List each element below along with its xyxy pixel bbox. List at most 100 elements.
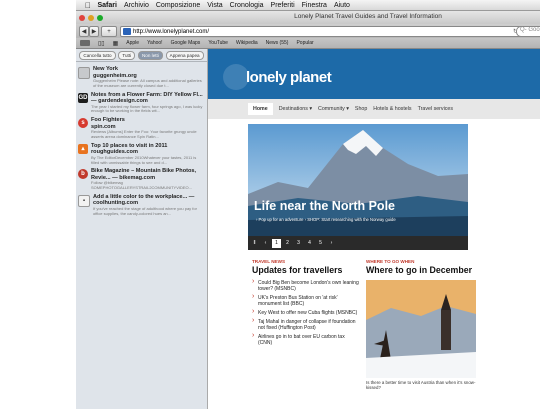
- news-list: Could Big Ben become London's own leanin…: [252, 279, 360, 346]
- menu-safari[interactable]: Safari: [98, 2, 117, 9]
- forward-arrow-icon: ▶: [91, 29, 97, 35]
- news-link[interactable]: Taj Mahal in danger of collapse if found…: [252, 318, 360, 331]
- pause-button[interactable]: ‖: [250, 239, 259, 248]
- news-link[interactable]: UK's Preston Bus Station on 'at risk' mo…: [252, 294, 360, 307]
- rough-guides-icon: ▴: [78, 143, 88, 154]
- nav-destinations[interactable]: Destinations ▾: [279, 106, 312, 112]
- reading-list-item[interactable]: b Bike Magazine – Mountain Bike Photos, …: [76, 166, 207, 192]
- search-field[interactable]: Q- Goo: [516, 26, 540, 37]
- hero-banner[interactable]: Life near the North Pole › Pop up for an…: [248, 124, 468, 236]
- nav-community[interactable]: Community ▾: [318, 106, 349, 112]
- reading-list-sidebar: Cancella tutto Tutti Non letti Appena pa…: [76, 49, 208, 409]
- bookmark-google-maps[interactable]: Google Maps: [171, 40, 201, 46]
- menu-aiuto[interactable]: Aiuto: [334, 2, 350, 9]
- forward-button[interactable]: ▶: [89, 26, 99, 37]
- nav-travel-services[interactable]: Travel services: [418, 106, 453, 112]
- page-3-button[interactable]: 3: [294, 239, 303, 248]
- zoom-icon[interactable]: [97, 14, 103, 21]
- photo-caption: Is there a better time to visit Austria …: [366, 380, 476, 390]
- reading-list-item[interactable]: GD Notes from a Flower Farm: DIY Yellow …: [76, 90, 207, 116]
- item-title: Notes from a Flower Farm: DIY Yellow Fl.…: [91, 91, 203, 105]
- menu-composizione[interactable]: Composizione: [156, 2, 200, 9]
- browser-window: Lonely Planet Travel Guides and Travel I…: [76, 11, 540, 409]
- austria-snow-photo[interactable]: [366, 280, 476, 378]
- menu-archivio[interactable]: Archivio: [124, 2, 149, 9]
- item-description: By The EditorDecember 2010Whatever your …: [91, 154, 197, 165]
- where-kicker: WHERE TO GO WHEN: [366, 259, 415, 264]
- item-body: New York guggenheim.org Guggenheim Pleas…: [93, 66, 205, 89]
- sidebar-tabs: Cancella tutto Tutti Non letti Appena pa…: [76, 49, 207, 62]
- menu-cronologia[interactable]: Cronologia: [230, 2, 264, 9]
- page-4-button[interactable]: 4: [305, 239, 314, 248]
- plus-icon: +: [107, 28, 111, 35]
- bookmark-news[interactable]: News (55): [266, 40, 289, 46]
- hero-subtitle[interactable]: › Pop up for an adventure › SHOP: Start …: [256, 217, 396, 222]
- snowy-village-image: [366, 280, 476, 378]
- page-1-button[interactable]: 1: [272, 238, 281, 248]
- menu-bar:  Safari Archivio Composizione Vista Cro…: [76, 0, 540, 11]
- minimize-icon[interactable]: [88, 14, 94, 21]
- reading-list-icon[interactable]: [80, 40, 90, 46]
- bookmarks-bar: ▯▯ ▦ Apple Yahoo! Google Maps YouTube Wi…: [76, 38, 540, 49]
- search-placeholder: Q- Goo: [520, 27, 540, 33]
- book-icon[interactable]: ▯▯: [98, 40, 105, 47]
- address-bar[interactable]: http://www.lonelyplanet.com/ ↻: [120, 26, 522, 37]
- tab-unread[interactable]: Non letti: [137, 50, 163, 60]
- page-5-button[interactable]: 5: [316, 239, 325, 248]
- news-link[interactable]: Airlines go in to bat over EU carbon tax…: [252, 333, 360, 346]
- top-sites-icon[interactable]: ▦: [113, 40, 119, 47]
- nav-shop[interactable]: Shop: [355, 106, 367, 112]
- reading-list-item[interactable]: ▴ Top 10 places to visit in 2011 roughgu…: [76, 141, 207, 167]
- site-header: lonely planet: [208, 49, 540, 99]
- close-icon[interactable]: [79, 14, 85, 21]
- next-button[interactable]: ›: [327, 239, 336, 248]
- coolhunting-icon: ▪: [78, 194, 90, 207]
- apple-menu-icon[interactable]: : [82, 1, 94, 10]
- item-body: Top 10 places to visit in 2011 roughguid…: [91, 143, 205, 166]
- gd-logo-icon: GD: [78, 92, 88, 103]
- where-heading: Where to go in December: [366, 265, 473, 275]
- news-heading: Updates for travellers: [252, 265, 343, 275]
- where-to-go-column: WHERE TO GO WHEN Where to go in December…: [366, 259, 476, 390]
- reading-list-item[interactable]: s Foo Fighters spin.com Reviews [Albums]…: [76, 115, 207, 141]
- bookmark-popular[interactable]: Popular: [296, 40, 313, 46]
- item-body: Add a little color to the workplace... —…: [93, 194, 205, 217]
- add-bookmark-button[interactable]: +: [101, 26, 117, 37]
- reading-list-item[interactable]: New York guggenheim.org Guggenheim Pleas…: [76, 64, 207, 90]
- clear-all-button[interactable]: Cancella tutto: [79, 50, 116, 60]
- favicon-icon: [123, 28, 131, 35]
- back-button[interactable]: ◀: [79, 26, 89, 37]
- back-arrow-icon: ◀: [81, 29, 87, 35]
- bookmark-apple[interactable]: Apple: [126, 40, 139, 46]
- bookmark-wikipedia[interactable]: Wikipedia: [236, 40, 258, 46]
- tab-recent[interactable]: Appena papea: [165, 50, 204, 60]
- nav-hotels[interactable]: Hotels & hostels: [373, 106, 411, 112]
- site-logo[interactable]: lonely planet: [246, 69, 332, 86]
- news-kicker: TRAVEL NEWS: [252, 259, 286, 264]
- toolbar: ◀ ▶ + http://www.lonelyplanet.com/ ↻ Q- …: [76, 24, 540, 38]
- title-bar: Lonely Planet Travel Guides and Travel I…: [76, 11, 540, 24]
- bookmark-yahoo[interactable]: Yahoo!: [147, 40, 162, 46]
- news-link[interactable]: Could Big Ben become London's own leanin…: [252, 279, 360, 292]
- item-description: If you've reached the stage of adulthood…: [93, 205, 197, 216]
- hero-title[interactable]: Life near the North Pole: [254, 199, 395, 213]
- menu-preferiti[interactable]: Preferiti: [271, 2, 295, 9]
- bookmark-youtube[interactable]: YouTube: [208, 40, 228, 46]
- travel-news-column: TRAVEL NEWS Updates for travellers Could…: [252, 259, 360, 349]
- prev-button[interactable]: ‹: [261, 239, 270, 248]
- menu-finestra[interactable]: Finestra: [302, 2, 327, 9]
- item-description: The year I started my flower farm, four …: [91, 103, 203, 114]
- nav-home[interactable]: Home: [248, 103, 273, 115]
- reading-list-item[interactable]: ▪ Add a little color to the workplace...…: [76, 192, 207, 218]
- web-page: lonely planet Home Destinations ▾ Commun…: [208, 49, 540, 409]
- item-description: Guggenheim Please note: All campus and a…: [93, 78, 202, 88]
- news-link[interactable]: Key West to offer new Cuba flights (MSNB…: [252, 309, 360, 316]
- bike-logo-icon: b: [78, 169, 88, 180]
- tab-all[interactable]: Tutti: [118, 50, 136, 60]
- item-body: Notes from a Flower Farm: DIY Yellow Fl.…: [91, 92, 205, 115]
- item-description: Reviews [Albums] Enter the Foo: Your fav…: [91, 129, 197, 139]
- item-body: Bike Magazine – Mountain Bike Photos, Re…: [91, 168, 205, 191]
- url-text: http://www.lonelyplanet.com/: [133, 28, 210, 35]
- menu-vista[interactable]: Vista: [207, 2, 222, 9]
- page-2-button[interactable]: 2: [283, 239, 292, 248]
